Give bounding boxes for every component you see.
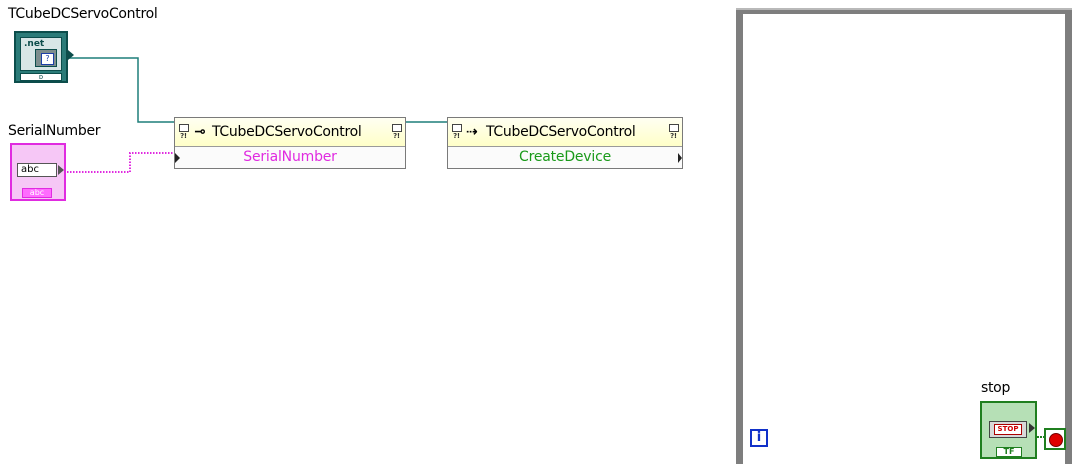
input-arrow-icon (175, 153, 180, 163)
boolean-type-badge: TF (996, 447, 1022, 457)
stop-button-text: STOP (994, 424, 1022, 435)
string-wire[interactable] (67, 152, 174, 173)
reference-in-icon: ?! (451, 124, 462, 140)
property-node[interactable]: ?! ⊸ TCubeDCServoControl ?! SerialNumber (174, 117, 406, 169)
help-glyph-icon: ? (41, 53, 54, 65)
while-loop[interactable] (736, 8, 1072, 464)
net-refnum-body: .net ? (20, 37, 62, 71)
method-createdevice[interactable]: CreateDevice (448, 147, 682, 169)
invoke-node-icon: ⇢ (466, 124, 478, 140)
reference-out-icon: ?! (668, 124, 679, 140)
stop-terminal[interactable]: STOP TF (980, 401, 1037, 459)
output-arrow-icon (58, 165, 64, 175)
output-arrow-icon (1029, 423, 1035, 433)
stop-button-icon: STOP (989, 421, 1027, 438)
invoke-node-header: ?! ⇢ TCubeDCServoControl ?! (448, 118, 682, 147)
reference-in-icon: ?! (178, 124, 189, 140)
serial-control-label: SerialNumber (8, 123, 101, 139)
property-node-class: TCubeDCServoControl (212, 124, 362, 140)
string-value: abc (17, 163, 57, 177)
refnum-type-badge: ᴅ (20, 73, 62, 81)
loop-condition-terminal[interactable] (1044, 428, 1066, 450)
window-icon: ? (35, 49, 57, 67)
net-badge: .net (24, 39, 45, 49)
reference-out-icon: ?! (391, 124, 402, 140)
property-serialnumber[interactable]: SerialNumber (175, 147, 405, 169)
invoke-node-class: TCubeDCServoControl (486, 124, 636, 140)
output-arrow-icon (678, 153, 682, 163)
property-node-icon: ⊸ (194, 124, 206, 140)
net-control-label: TCubeDCServoControl (8, 6, 158, 22)
refnum-wire-in[interactable] (68, 57, 174, 123)
property-node-header: ?! ⊸ TCubeDCServoControl ?! (175, 118, 405, 147)
serialnumber-terminal[interactable]: abc abc (10, 143, 66, 201)
output-arrow-icon (68, 50, 74, 60)
net-refnum-terminal[interactable]: .net ? ᴅ (14, 31, 74, 83)
while-loop-highlight (736, 8, 1072, 10)
invoke-node[interactable]: ?! ⇢ TCubeDCServoControl ?! CreateDevice (447, 117, 683, 169)
iteration-terminal[interactable]: i (750, 429, 768, 447)
string-type-badge: abc (22, 188, 52, 198)
stop-if-true-icon (1049, 433, 1063, 447)
